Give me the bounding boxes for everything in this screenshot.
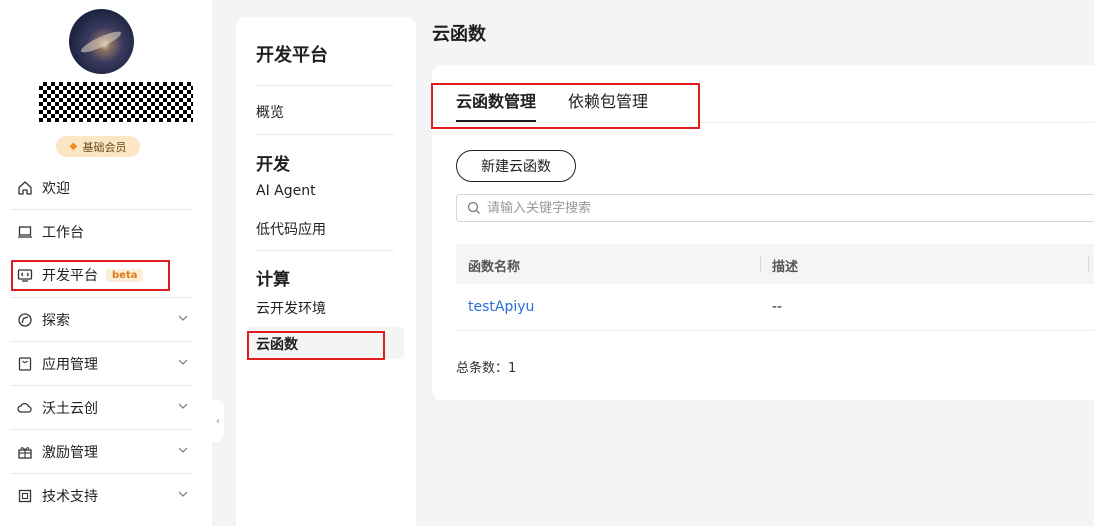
- highlight-box-dev-platform: [11, 260, 170, 291]
- sidebar-item-label: 探索: [42, 313, 70, 329]
- member-badge-label: 基础会员: [82, 140, 127, 154]
- chevron-left-icon: ‹: [216, 415, 220, 427]
- sidebar-item-label: 工作台: [42, 225, 84, 241]
- panel-title: 开发平台: [256, 45, 328, 66]
- chevron-down-icon: [178, 403, 188, 409]
- laptop-icon: [16, 223, 34, 241]
- function-description: --: [772, 299, 783, 315]
- diamond-icon: ◆: [69, 140, 78, 152]
- sidebar-item-cloud-create[interactable]: 沃土云创: [10, 386, 192, 430]
- panel-group-compute: 计算: [256, 270, 290, 290]
- sidebar-item-explore[interactable]: 探索: [10, 298, 192, 342]
- sidebar-item-tech-support[interactable]: 技术支持: [10, 474, 192, 518]
- panel-item-overview[interactable]: 概览: [256, 102, 284, 122]
- dev-platform-panel: 开发平台 概览 开发 AI Agent 低代码应用 计算 云开发环境 云函数: [236, 17, 416, 526]
- table-header: 函数名称 描述: [456, 244, 1094, 284]
- sidebar-item-label: 应用管理: [42, 357, 98, 373]
- panel-group-develop: 开发: [256, 155, 290, 175]
- column-header-description: 描述: [772, 260, 799, 275]
- sidebar-collapse-toggle[interactable]: ‹: [212, 400, 224, 442]
- search-icon: [467, 201, 480, 214]
- divider: [256, 250, 394, 251]
- column-divider: [1088, 256, 1089, 272]
- compass-icon: [16, 311, 34, 329]
- total-count: 总条数：1: [456, 361, 517, 376]
- highlight-box-tabs: [431, 83, 700, 129]
- sidebar-item-label: 技术支持: [42, 489, 98, 505]
- sidebar-item-label: 沃土云创: [42, 401, 98, 417]
- app-box-icon: [16, 355, 34, 373]
- divider: [256, 134, 394, 135]
- highlight-box-cloud-function: [247, 331, 385, 360]
- panel-item-cloud-dev-env[interactable]: 云开发环境: [256, 298, 326, 318]
- user-avatar[interactable]: [69, 9, 134, 74]
- chevron-down-icon: [178, 447, 188, 453]
- search-input[interactable]: [487, 200, 1047, 216]
- member-badge: ◆ 基础会员: [56, 136, 140, 157]
- chevron-down-icon: [178, 491, 188, 497]
- search-box: [456, 194, 1094, 222]
- qr-code-image: [39, 82, 193, 122]
- page-title: 云函数: [432, 24, 486, 45]
- sidebar-item-welcome[interactable]: 欢迎: [10, 166, 192, 210]
- function-name-link[interactable]: testApiyu: [468, 299, 534, 315]
- new-cloud-function-button[interactable]: 新建云函数: [456, 150, 576, 182]
- sidebar-item-workbench[interactable]: 工作台: [10, 210, 192, 254]
- column-header-function-name: 函数名称: [468, 260, 521, 275]
- table-row: testApiyu --: [456, 284, 1094, 331]
- gift-icon: [16, 443, 34, 461]
- chevron-down-icon: [178, 359, 188, 365]
- divider: [256, 85, 394, 86]
- sidebar-item-label: 激励管理: [42, 445, 98, 461]
- sidebar-item-app-management[interactable]: 应用管理: [10, 342, 192, 386]
- panel-item-ai-agent[interactable]: AI Agent: [256, 183, 316, 199]
- panel-item-lowcode-app[interactable]: 低代码应用: [256, 219, 326, 239]
- sidebar: ◆ 基础会员 欢迎 工作台 开发平台 beta 探索 应用管理 沃土云创 激励管…: [0, 0, 212, 526]
- home-icon: [16, 179, 34, 197]
- column-divider: [760, 256, 761, 272]
- sidebar-item-label: 欢迎: [42, 181, 70, 197]
- support-icon: [16, 487, 34, 505]
- chevron-down-icon: [178, 315, 188, 321]
- sidebar-item-incentive-management[interactable]: 激励管理: [10, 430, 192, 474]
- cloud-icon: [16, 399, 34, 417]
